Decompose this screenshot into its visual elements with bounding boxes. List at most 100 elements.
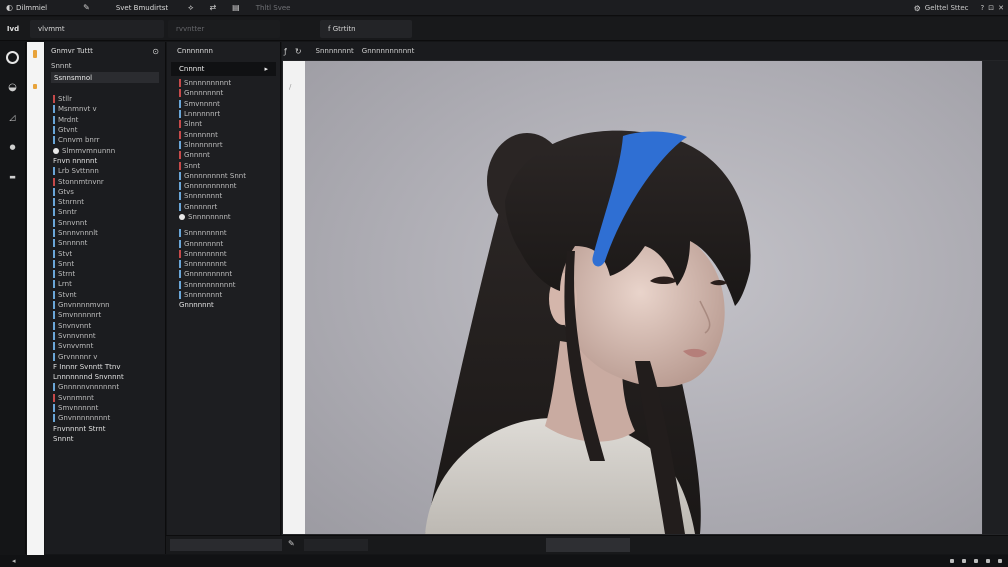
list-item[interactable]: Snnnnnnnnt <box>179 228 280 238</box>
list-item[interactable]: Gnnnnnvnnnnnnt <box>53 382 161 392</box>
list-item[interactable]: Svnvvmnt <box>53 341 161 351</box>
menu-item-pen[interactable]: ✎ <box>77 0 96 16</box>
list-item[interactable]: Smvnnnnnrt <box>53 310 161 320</box>
list-item[interactable]: Gnnnnnnt <box>179 300 280 310</box>
list-item[interactable]: Snnnnnt <box>53 238 161 248</box>
list-item[interactable]: Mrdnt <box>53 115 161 125</box>
zoom-field[interactable] <box>546 538 630 552</box>
list-item[interactable]: Lnnnnnnrt <box>179 109 280 119</box>
gear-icon[interactable]: ⚙ <box>914 4 921 13</box>
list-item[interactable]: Snnnnnnnnnnt <box>179 280 280 290</box>
status-dot-icon[interactable] <box>962 559 966 563</box>
list-item[interactable]: Snnnnnnnnnt <box>179 78 280 88</box>
list-item[interactable]: Gnnnnnnnt <box>179 88 280 98</box>
list-item[interactable]: Slmmvmnunnn <box>53 145 161 155</box>
status-dot-icon[interactable] <box>974 559 978 563</box>
list-item[interactable]: Snnt <box>179 160 280 170</box>
list-item[interactable]: Slnnnnnnrt <box>179 140 280 150</box>
menu-item-brush[interactable]: ⟡ <box>182 0 199 16</box>
list-item[interactable]: Snnt <box>53 259 161 269</box>
right-scroll-area[interactable] <box>983 61 1008 534</box>
list-item[interactable]: Cnnvm bnrr <box>53 135 161 145</box>
layer-marker[interactable] <box>33 84 37 89</box>
dot-icon[interactable]: ● <box>4 138 22 156</box>
menu-item-arrows[interactable]: ⇄ <box>203 0 222 16</box>
close-icon[interactable]: ✕ <box>998 4 1004 12</box>
pin-icon[interactable]: ƒ <box>284 47 287 56</box>
canvas-tab[interactable]: Snnnnnnnt <box>316 47 354 55</box>
list-item[interactable]: Svnnvnnnt <box>53 331 161 341</box>
list-item[interactable]: Stllr <box>53 94 161 104</box>
list-item[interactable]: Gnnnnnnnnnt <box>179 269 280 279</box>
toolbar-field-1[interactable]: vlvmmt <box>30 19 164 38</box>
list-item[interactable]: Snnnnnnt <box>179 129 280 139</box>
list-item[interactable]: F Innnr Svnntt Ttnv <box>53 362 161 372</box>
ring-tool-icon[interactable] <box>4 48 22 66</box>
list-item[interactable]: Gnvnnnnnnnnt <box>53 413 161 423</box>
list-item[interactable]: Gnnnnt <box>179 150 280 160</box>
layer-marker[interactable] <box>33 50 37 58</box>
toolbar-field-2[interactable]: rvvntter <box>168 19 280 38</box>
list-item[interactable]: Fnvnnnnt Strnt <box>53 424 161 434</box>
list-item[interactable]: Lrnt <box>53 279 161 289</box>
menu-item-file[interactable]: Svet Bmudirtst <box>110 0 174 16</box>
panel-menu-icon[interactable]: ⊙ <box>152 47 159 56</box>
list-item[interactable]: Lnnnnnnnd Snvnnnt <box>53 372 161 382</box>
brush-icon[interactable]: ✎ <box>288 539 295 548</box>
list-item[interactable]: Gnnnnnnnt <box>179 238 280 248</box>
status-dot-icon[interactable] <box>998 559 1002 563</box>
selected-item[interactable]: Ssnnsmnol <box>51 72 159 83</box>
toolbar-field-3[interactable]: f Gtrtitn <box>320 19 412 38</box>
list-item[interactable]: Snnnnnnnt <box>179 191 280 201</box>
list-item[interactable]: Msnmnvt v <box>53 104 161 114</box>
list-item[interactable]: Gnnnnnrt <box>179 202 280 212</box>
list-item[interactable]: Smvnnnnt <box>179 99 280 109</box>
list-item[interactable]: Svnnmnnt <box>53 393 161 403</box>
list-item[interactable]: Snnnnnnnt <box>179 290 280 300</box>
list-item[interactable]: Gtvnt <box>53 125 161 135</box>
list-item[interactable]: Gnnnnnnnnt Snnt <box>179 171 280 181</box>
list-item[interactable]: Snnnnnnnnt <box>179 249 280 259</box>
canvas-tab[interactable]: Gnnnnnnnnnnt <box>362 47 415 55</box>
list-item[interactable]: Snnnnnnnnt <box>179 212 280 222</box>
selected-component[interactable]: Cnnnnt ▸ <box>171 62 276 76</box>
triangle-icon[interactable]: ◿ <box>4 108 22 126</box>
status-dot-icon[interactable] <box>986 559 990 563</box>
menu-item-view[interactable]: Thltl Svee <box>250 0 297 16</box>
color-tag-icon <box>179 140 181 149</box>
list-item[interactable]: Gnnnnnnnnnnt <box>179 181 280 191</box>
list-item[interactable]: Gtvs <box>53 187 161 197</box>
list-item[interactable]: Fnvn nnnnnt <box>53 156 161 166</box>
list-item[interactable]: Lrb Svttnnn <box>53 166 161 176</box>
list-item[interactable]: Stnrnnt <box>53 197 161 207</box>
list-item[interactable]: Snntr <box>53 207 161 217</box>
account-label[interactable]: Gelttel Sttec <box>925 4 969 12</box>
secondary-toolbar: Ivd vlvmmt rvvntter f Gtrtitn <box>0 17 1008 41</box>
bottom-field[interactable] <box>304 539 368 551</box>
canvas-image[interactable] <box>305 61 982 534</box>
list-item[interactable]: Slnnt <box>179 119 280 129</box>
list-item[interactable]: Stvt <box>53 248 161 258</box>
list-item[interactable]: Stonnmtnvnr <box>53 176 161 186</box>
list-item[interactable]: Strnt <box>53 269 161 279</box>
help-icon[interactable]: ? <box>981 4 985 12</box>
menu-item-app[interactable]: ◐ Dilmmiel <box>0 0 53 16</box>
refresh-icon[interactable]: ↻ <box>295 47 302 56</box>
list-item[interactable]: Smvnnnnnt <box>53 403 161 413</box>
list-item[interactable]: Snnnt <box>53 434 161 444</box>
status-dot-icon[interactable] <box>950 559 954 563</box>
eye-icon[interactable]: ◒ <box>4 78 22 96</box>
bottom-field[interactable] <box>170 539 282 551</box>
menu-item-chart[interactable]: ▤ <box>226 0 246 16</box>
list-item[interactable]: Gnvnnnnmvnn <box>53 300 161 310</box>
list-item[interactable]: Snnnnnnnnt <box>179 259 280 269</box>
list-item[interactable]: Stvnt <box>53 290 161 300</box>
pen-icon[interactable]: / <box>289 83 291 91</box>
list-item[interactable]: Snvnvnnt <box>53 321 161 331</box>
status-icon[interactable]: ◂ <box>12 557 16 565</box>
window-icon[interactable]: ⊡ <box>988 4 994 12</box>
list-item[interactable]: Snnnvnnnlt <box>53 228 161 238</box>
list-item[interactable]: Grvnnnnr v <box>53 351 161 361</box>
dash-icon[interactable]: ▬ <box>4 168 22 186</box>
list-item[interactable]: Snnvnnt <box>53 218 161 228</box>
